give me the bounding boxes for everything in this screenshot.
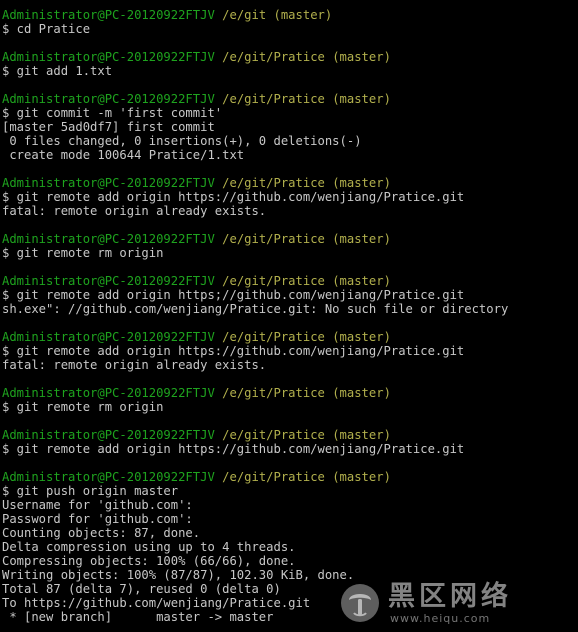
prompt-user-host: Administrator@PC-20120922FTJV <box>2 92 215 106</box>
prompt-line: Administrator@PC-20120922FTJV /e/git (ma… <box>2 8 574 22</box>
watermark: 黑区网络 www.heiqu.com <box>340 578 572 628</box>
command-line: $ git push origin master <box>2 484 179 498</box>
prompt-path: /e/git/Pratice (master) <box>222 92 391 106</box>
command-line: $ git remote rm origin <box>2 246 164 260</box>
prompt-path: /e/git/Pratice (master) <box>222 232 391 246</box>
output-line: 0 files changed, 0 insertions(+), 0 dele… <box>2 134 362 148</box>
prompt-path: /e/git/Pratice (master) <box>222 50 391 64</box>
output-line: sh.exe": //github.com/wenjiang/Pratice.g… <box>2 302 509 316</box>
output-line: [master 5ad0df7] first commit <box>2 120 215 134</box>
prompt-path: /e/git/Pratice (master) <box>222 386 391 400</box>
prompt-path: /e/git (master) <box>222 8 333 22</box>
output-line: fatal: remote origin already exists. <box>2 358 267 372</box>
prompt-user-host: Administrator@PC-20120922FTJV <box>2 470 215 484</box>
prompt-path: /e/git/Pratice (master) <box>222 274 391 288</box>
output-line: Compressing objects: 100% (66/66), done. <box>2 554 296 568</box>
prompt-path: /e/git/Pratice (master) <box>222 176 391 190</box>
prompt-path: /e/git/Pratice (master) <box>222 330 391 344</box>
command-line: $ git remote add origin https://github.c… <box>2 190 465 204</box>
prompt-user-host: Administrator@PC-20120922FTJV <box>2 8 215 22</box>
prompt-line: Administrator@PC-20120922FTJV /e/git/Pra… <box>2 386 574 400</box>
output-line: Password for 'github.com': <box>2 512 193 526</box>
prompt-line: Administrator@PC-20120922FTJV /e/git/Pra… <box>2 232 574 246</box>
prompt-line: Administrator@PC-20120922FTJV /e/git/Pra… <box>2 470 574 484</box>
command-line: $ git add 1.txt <box>2 64 113 78</box>
heiqu-logo-icon <box>341 584 379 622</box>
prompt-line: Administrator@PC-20120922FTJV /e/git/Pra… <box>2 176 574 190</box>
command-line: $ git remote rm origin <box>2 400 164 414</box>
prompt-user-host: Administrator@PC-20120922FTJV <box>2 386 215 400</box>
prompt-line: Administrator@PC-20120922FTJV /e/git/Pra… <box>2 92 574 106</box>
command-line: $ git remote add origin https://github.c… <box>2 344 465 358</box>
watermark-title: 黑区网络 <box>388 580 512 612</box>
prompt-line: Administrator@PC-20120922FTJV /e/git/Pra… <box>2 50 574 64</box>
output-line: Counting objects: 87, done. <box>2 526 201 540</box>
prompt-path: /e/git/Pratice (master) <box>222 428 391 442</box>
prompt-user-host: Administrator@PC-20120922FTJV <box>2 274 215 288</box>
watermark-url: www.heiqu.com <box>390 611 491 625</box>
prompt-user-host: Administrator@PC-20120922FTJV <box>2 232 215 246</box>
output-line: Username for 'github.com': <box>2 498 193 512</box>
command-line: $ git remote add origin https;//github.c… <box>2 288 465 302</box>
output-line: create mode 100644 Pratice/1.txt <box>2 148 245 162</box>
prompt-line: Administrator@PC-20120922FTJV /e/git/Pra… <box>2 428 574 442</box>
prompt-user-host: Administrator@PC-20120922FTJV <box>2 176 215 190</box>
prompt-user-host: Administrator@PC-20120922FTJV <box>2 330 215 344</box>
prompt-line: Administrator@PC-20120922FTJV /e/git/Pra… <box>2 330 574 344</box>
prompt-user-host: Administrator@PC-20120922FTJV <box>2 428 215 442</box>
prompt-user-host: Administrator@PC-20120922FTJV <box>2 50 215 64</box>
output-line: Delta compression using up to 4 threads. <box>2 540 296 554</box>
command-line: $ git remote add origin https://github.c… <box>2 442 465 456</box>
prompt-path: /e/git/Pratice (master) <box>222 470 391 484</box>
command-line: $ git commit -m 'first commit' <box>2 106 223 120</box>
prompt-line: Administrator@PC-20120922FTJV /e/git/Pra… <box>2 274 574 288</box>
terminal-output[interactable]: Administrator@PC-20120922FTJV /e/git (ma… <box>2 8 574 632</box>
command-line: $ cd Pratice <box>2 22 91 36</box>
output-line: fatal: remote origin already exists. <box>2 204 267 218</box>
